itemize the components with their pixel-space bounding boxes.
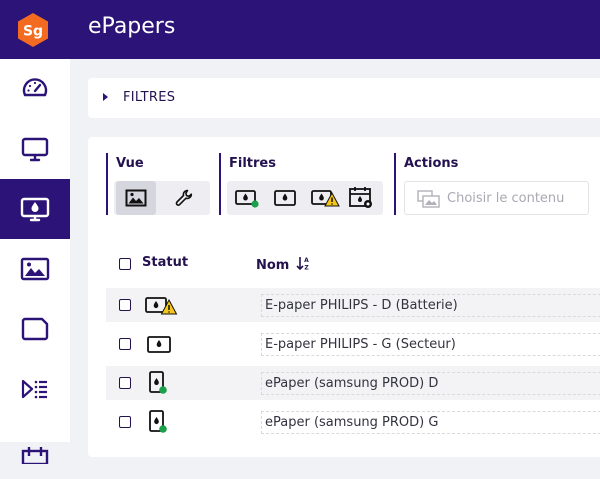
select-all-checkbox[interactable] xyxy=(119,258,131,270)
app-title: ePapers xyxy=(88,14,176,39)
row-checkbox[interactable] xyxy=(119,299,131,311)
row-checkbox[interactable] xyxy=(119,338,131,350)
sidebar xyxy=(0,59,70,464)
image-icon xyxy=(20,257,50,281)
status-cell xyxy=(144,410,178,433)
content-gallery-icon xyxy=(417,190,440,208)
status-cell xyxy=(144,371,178,394)
table-row[interactable]: ePaper (samsung PROD) G xyxy=(106,405,600,439)
sidebar-item-playlists[interactable] xyxy=(0,359,70,419)
filters-toggle-label: FILTRES xyxy=(123,90,176,105)
actions-group: Actions Choisir le contenu xyxy=(394,153,600,215)
filter-offline-button[interactable] xyxy=(265,181,305,215)
view-group-title: Vue xyxy=(116,156,144,171)
table-row[interactable]: E-paper PHILIPS - G (Secteur) xyxy=(106,327,600,361)
image-view-icon xyxy=(125,189,147,207)
monitor-icon xyxy=(21,137,49,162)
wrench-icon xyxy=(175,189,193,206)
actions-group-title: Actions xyxy=(404,156,459,171)
table-row[interactable]: E-paper PHILIPS - D (Batterie) xyxy=(106,288,600,322)
dashboard-gauge-icon xyxy=(22,78,48,97)
sidebar-item-dashboard[interactable] xyxy=(0,59,70,119)
caret-right-icon xyxy=(103,93,108,101)
filter-warning-button[interactable] xyxy=(305,181,345,215)
choose-content-button[interactable]: Choisir le contenu xyxy=(404,181,589,215)
row-name[interactable]: ePaper (samsung PROD) D xyxy=(261,372,600,395)
calendar-icon xyxy=(21,447,49,464)
top-bar: Sg ePapers xyxy=(0,0,600,59)
playlist-icon xyxy=(21,379,47,399)
filters-group: Filtres xyxy=(219,153,383,215)
epaper-portrait-online-icon xyxy=(149,410,167,433)
status-cell xyxy=(144,333,178,355)
column-header-status[interactable]: Statut xyxy=(142,255,188,270)
sidebar-item-images[interactable] xyxy=(0,239,70,299)
view-group: Vue xyxy=(106,153,210,215)
choose-content-label: Choisir le contenu xyxy=(447,191,565,206)
logo-text: Sg xyxy=(23,24,43,40)
row-name[interactable]: E-paper PHILIPS - D (Batterie) xyxy=(261,294,600,317)
epaper-online-icon xyxy=(235,190,259,208)
epaper-display-icon xyxy=(20,197,50,222)
filter-schedule-button[interactable] xyxy=(341,181,381,215)
svg-text:Z: Z xyxy=(304,265,309,272)
epapers-panel: Vue Filtres Actions Choisir le contenu S… xyxy=(88,137,600,457)
epaper-portrait-online-icon xyxy=(149,371,167,394)
row-name[interactable]: ePaper (samsung PROD) G xyxy=(261,411,600,434)
image-view-button[interactable] xyxy=(116,181,156,215)
filters-group-title: Filtres xyxy=(229,156,276,171)
sidebar-item-calendar[interactable] xyxy=(0,419,70,479)
row-checkbox[interactable] xyxy=(119,377,131,389)
sidebar-item-screens[interactable] xyxy=(0,119,70,179)
actions-buttons: Choisir le contenu xyxy=(396,181,600,215)
row-checkbox[interactable] xyxy=(119,416,131,428)
filter-online-button[interactable] xyxy=(227,181,267,215)
epaper-icon xyxy=(274,190,296,206)
filters-buttons xyxy=(227,181,383,215)
table-row[interactable]: ePaper (samsung PROD) D xyxy=(106,366,600,400)
calendar-settings-icon xyxy=(349,187,372,208)
row-name[interactable]: E-paper PHILIPS - G (Secteur) xyxy=(261,333,600,356)
filters-toggle-bar[interactable]: FILTRES xyxy=(88,78,600,118)
epaper-landscape-icon xyxy=(147,336,171,353)
epaper-landscape-warning-icon xyxy=(145,297,178,315)
view-buttons xyxy=(114,181,210,215)
svg-text:A: A xyxy=(304,257,309,264)
settings-view-button[interactable] xyxy=(164,181,204,215)
epaper-warning-icon xyxy=(311,190,340,207)
app-logo[interactable]: Sg xyxy=(15,12,51,48)
status-cell xyxy=(144,294,178,316)
folder-icon xyxy=(21,317,49,341)
sidebar-item-epapers[interactable] xyxy=(0,179,70,239)
sidebar-item-folders[interactable] xyxy=(0,299,70,359)
column-header-name[interactable]: Nom A Z xyxy=(256,255,310,273)
sort-alpha-icon: A Z xyxy=(296,257,309,272)
column-header-name-label: Nom xyxy=(256,258,290,273)
